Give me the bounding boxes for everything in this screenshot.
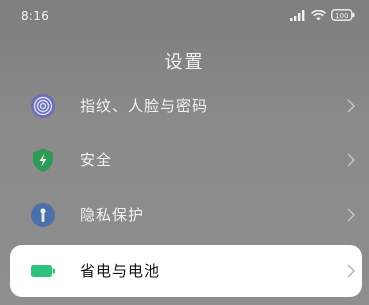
settings-item-fingerprint[interactable]: 指纹、人脸与密码 bbox=[10, 80, 362, 132]
settings-item-label: 指纹、人脸与密码 bbox=[80, 97, 209, 115]
chevron-right-icon bbox=[347, 153, 355, 167]
battery-icon bbox=[31, 265, 55, 277]
status-time: 8:16 bbox=[21, 9, 50, 23]
settings-item-label: 省电与电池 bbox=[80, 262, 161, 280]
fingerprint-icon bbox=[31, 94, 55, 118]
chevron-right-icon bbox=[347, 264, 355, 278]
shield-icon bbox=[33, 148, 53, 172]
battery-level: 100 bbox=[335, 12, 348, 20]
settings-item-security[interactable]: 安全 bbox=[10, 134, 362, 186]
settings-item-battery[interactable]: 省电与电池 bbox=[10, 245, 362, 297]
settings-item-label: 安全 bbox=[80, 151, 113, 169]
chevron-right-icon bbox=[347, 208, 355, 222]
settings-item-privacy[interactable]: 隐私保护 bbox=[10, 189, 362, 241]
page-title: 设置 bbox=[164, 52, 205, 73]
settings-item-label: 隐私保护 bbox=[80, 206, 145, 224]
signal-icon bbox=[290, 9, 305, 21]
status-bar: 8:16 100 bbox=[0, 0, 369, 30]
wifi-icon bbox=[311, 9, 326, 20]
battery-status-icon: 100 bbox=[331, 9, 355, 21]
privacy-icon bbox=[31, 203, 55, 227]
chevron-right-icon bbox=[347, 99, 355, 113]
